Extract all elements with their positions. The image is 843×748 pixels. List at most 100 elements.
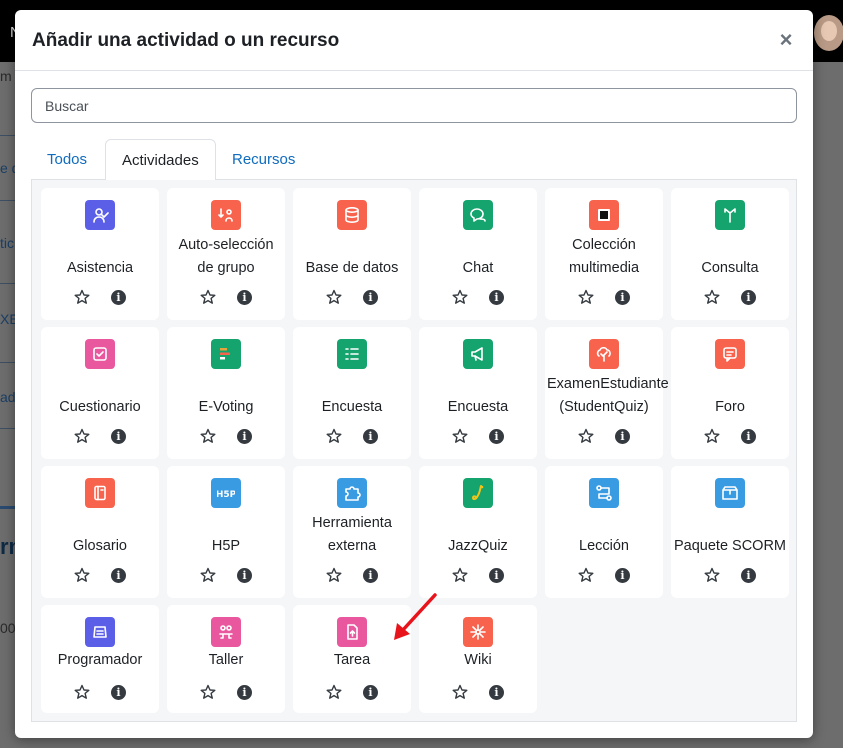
star-icon[interactable] <box>704 567 720 583</box>
tab-recursos[interactable]: Recursos <box>216 139 311 180</box>
star-icon[interactable] <box>452 684 468 700</box>
activity-card-chat[interactable]: Chat i <box>419 188 537 320</box>
glossary-icon <box>85 478 115 508</box>
info-icon[interactable]: i <box>741 567 756 583</box>
activity-name: Asistencia <box>66 260 134 276</box>
activity-card-herramienta-externa[interactable]: Herramienta externa i <box>293 466 411 598</box>
info-icon[interactable]: i <box>615 289 630 305</box>
close-button[interactable]: × <box>775 27 797 53</box>
activity-card-encuesta[interactable]: Encuesta i <box>293 327 411 459</box>
star-icon[interactable] <box>326 567 342 583</box>
info-icon[interactable]: i <box>237 428 252 444</box>
star-icon[interactable] <box>74 684 90 700</box>
activity-card-h5p[interactable]: H5P H5P i <box>167 466 285 598</box>
info-icon[interactable]: i <box>489 289 504 305</box>
activity-name: Base de datos <box>305 260 399 276</box>
puzzle-icon <box>337 478 367 508</box>
svg-text:H5P: H5P <box>217 490 235 500</box>
activity-card-asistencia[interactable]: Asistencia i <box>41 188 159 320</box>
media-collection-icon <box>589 200 619 230</box>
search-input[interactable] <box>31 88 797 123</box>
activity-card-auto-seleccion-de-grupo[interactable]: Auto-selección de grupo i <box>167 188 285 320</box>
info-icon[interactable]: i <box>363 567 378 583</box>
star-icon[interactable] <box>452 289 468 305</box>
info-icon[interactable]: i <box>111 567 126 583</box>
activity-card-cuestionario[interactable]: Cuestionario i <box>41 327 159 459</box>
scheduler-icon <box>85 617 115 647</box>
activity-name: Tarea <box>333 652 371 668</box>
star-icon[interactable] <box>578 289 594 305</box>
avatar <box>814 15 843 51</box>
star-icon[interactable] <box>452 567 468 583</box>
star-icon[interactable] <box>200 684 216 700</box>
scorm-package-icon <box>715 478 745 508</box>
info-icon[interactable]: i <box>489 428 504 444</box>
star-icon[interactable] <box>704 289 720 305</box>
assignment-icon <box>337 617 367 647</box>
tab-todos[interactable]: Todos <box>31 139 103 180</box>
activity-card-encuesta[interactable]: Encuesta i <box>419 327 537 459</box>
info-icon[interactable]: i <box>615 567 630 583</box>
activity-card-foro[interactable]: Foro i <box>671 327 789 459</box>
activity-card-base-de-datos[interactable]: Base de datos i <box>293 188 411 320</box>
star-icon[interactable] <box>326 428 342 444</box>
add-activity-modal: Añadir una actividad o un recurso × Todo… <box>15 10 813 738</box>
tab-actividades[interactable]: Actividades <box>105 139 216 181</box>
star-icon[interactable] <box>452 428 468 444</box>
info-icon[interactable]: i <box>111 289 126 305</box>
info-icon[interactable]: i <box>237 567 252 583</box>
info-icon[interactable]: i <box>237 684 252 700</box>
info-icon[interactable]: i <box>363 684 378 700</box>
activity-card-glosario[interactable]: Glosario i <box>41 466 159 598</box>
star-icon[interactable] <box>578 428 594 444</box>
background-divider <box>0 362 16 363</box>
modal-title: Añadir una actividad o un recurso <box>32 30 340 51</box>
star-icon[interactable] <box>74 289 90 305</box>
star-icon[interactable] <box>200 567 216 583</box>
star-icon[interactable] <box>74 428 90 444</box>
activity-card-paquete-scorm[interactable]: Paquete SCORM i <box>671 466 789 598</box>
group-select-icon <box>211 200 241 230</box>
activity-card-e-voting[interactable]: E-Voting i <box>167 327 285 459</box>
info-icon[interactable]: i <box>615 428 630 444</box>
activity-card-programador[interactable]: Programador i <box>41 605 159 713</box>
activity-name: Taller <box>208 652 244 668</box>
star-icon[interactable] <box>74 567 90 583</box>
activity-name: Consulta <box>701 260 759 276</box>
star-icon[interactable] <box>326 684 342 700</box>
activity-card-consulta[interactable]: Consulta i <box>671 188 789 320</box>
info-icon[interactable]: i <box>489 567 504 583</box>
star-icon[interactable] <box>200 289 216 305</box>
info-icon[interactable]: i <box>741 428 756 444</box>
quiz-icon <box>85 339 115 369</box>
activity-card-examenestudiante-studentquiz[interactable]: ExamenEstudiante (StudentQuiz) i <box>545 327 669 459</box>
activity-name: E-Voting <box>198 399 254 415</box>
star-icon[interactable] <box>704 428 720 444</box>
info-icon[interactable]: i <box>237 289 252 305</box>
star-icon[interactable] <box>578 567 594 583</box>
info-icon[interactable]: i <box>111 684 126 700</box>
activity-card-leccion[interactable]: Lección i <box>545 466 663 598</box>
saxophone-icon <box>463 478 493 508</box>
activity-card-coleccion-multimedia[interactable]: Colección multimedia i <box>545 188 663 320</box>
lesson-icon <box>589 478 619 508</box>
activity-name: Herramienta externa <box>312 515 392 554</box>
database-icon <box>337 200 367 230</box>
info-icon[interactable]: i <box>489 684 504 700</box>
background-divider <box>0 506 16 509</box>
choice-icon <box>715 200 745 230</box>
info-icon[interactable]: i <box>363 428 378 444</box>
activity-card-jazzquiz[interactable]: JazzQuiz i <box>419 466 537 598</box>
tab-bar: Todos Actividades Recursos <box>31 139 797 181</box>
survey-list-icon <box>337 339 367 369</box>
info-icon[interactable]: i <box>111 428 126 444</box>
background-divider <box>0 428 16 429</box>
activity-name: Glosario <box>73 538 127 554</box>
info-icon[interactable]: i <box>741 289 756 305</box>
star-icon[interactable] <box>200 428 216 444</box>
activity-name: Chat <box>462 260 494 276</box>
activity-name: Colección multimedia <box>568 237 640 276</box>
info-icon[interactable]: i <box>363 289 378 305</box>
star-icon[interactable] <box>326 289 342 305</box>
activity-card-taller[interactable]: Taller i <box>167 605 285 713</box>
